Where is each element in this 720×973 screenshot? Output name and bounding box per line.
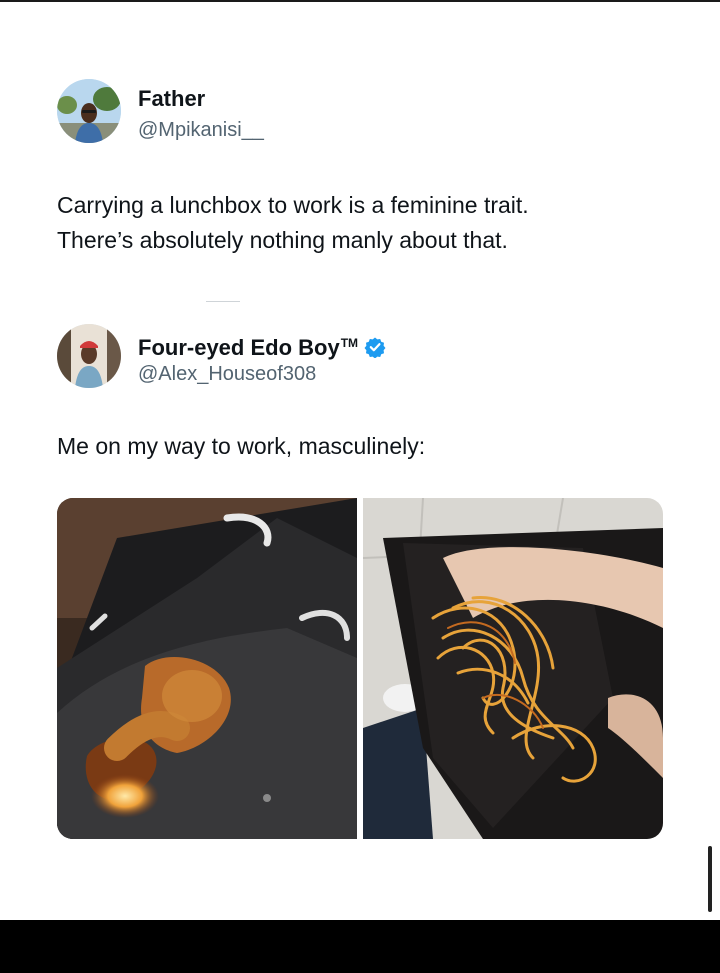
tweet2-display-name-row[interactable]: Four-eyed Edo BoyTM [138,330,386,364]
tweet2-handle[interactable]: @Alex_Houseof308 [138,362,316,386]
avatar-edo-boy-image [57,324,121,388]
media-image-chicken[interactable] [57,498,357,839]
bottom-black-bar [0,920,720,973]
top-divider [0,0,720,2]
tweet1-text-line1: Carrying a lunchbox to work is a feminin… [57,192,529,218]
tweet2-trademark: TM [340,336,359,350]
tweet2-media[interactable] [57,498,663,839]
tweet2-display-name[interactable]: Four-eyed Edo Boy [138,335,340,360]
avatar-edo-boy[interactable] [57,324,121,388]
avatar-father-image [57,79,121,143]
tweet1-display-name[interactable]: Father [138,86,205,112]
verified-badge-icon [364,336,386,364]
media-image-spaghetti[interactable] [362,498,663,839]
avatar-father[interactable] [57,79,121,143]
spaghetti-in-wallet-image [362,498,663,839]
tweet1-text-line2: There’s absolutely nothing manly about t… [57,227,508,253]
chicken-in-pocket-image [57,498,357,839]
scrollbar-thumb[interactable] [708,846,712,912]
tweet2-text: Me on my way to work, masculinely: [57,433,426,459]
tweet1-handle[interactable]: @Mpikanisi__ [138,118,264,142]
separator-mark [206,301,240,302]
